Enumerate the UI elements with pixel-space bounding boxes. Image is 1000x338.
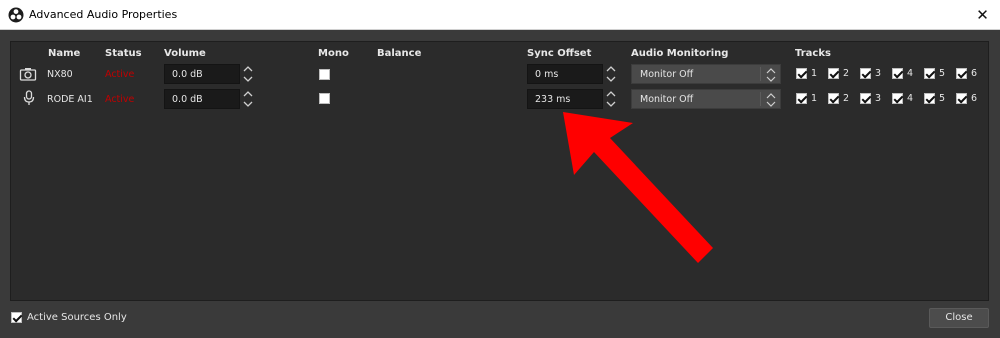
dropdown-divider [760, 67, 761, 81]
source-name: RODE AI1 [47, 94, 93, 105]
sync-offset-stepper[interactable] [604, 64, 618, 84]
audio-monitoring-value: Monitor Off [640, 94, 694, 105]
close-button[interactable]: Close [929, 308, 989, 328]
audio-monitoring-value: Monitor Off [640, 69, 694, 80]
volume-stepper[interactable] [241, 64, 255, 84]
volume-value: 0.0 dB [172, 69, 203, 80]
track-label: 5 [939, 68, 946, 79]
track-label: 5 [939, 93, 946, 104]
track-checkbox[interactable] [956, 93, 967, 104]
chevron-up-icon[interactable] [241, 64, 255, 74]
sync-offset-stepper[interactable] [604, 89, 618, 109]
track-checkbox[interactable] [924, 93, 935, 104]
track-checkbox[interactable] [860, 68, 871, 79]
volume-stepper[interactable] [241, 89, 255, 109]
title-bar: Advanced Audio Properties ✕ [0, 0, 1000, 30]
header-audio-monitoring: Audio Monitoring [631, 48, 729, 59]
track-label: 1 [811, 93, 818, 104]
window-title: Advanced Audio Properties [29, 8, 178, 21]
track-checkbox[interactable] [892, 93, 903, 104]
track-checkbox[interactable] [796, 68, 807, 79]
header-name: Name [48, 48, 81, 59]
microphone-icon [23, 90, 35, 105]
header-volume: Volume [164, 48, 206, 59]
header-mono: Mono [318, 48, 349, 59]
track-label: 6 [971, 93, 978, 104]
chevron-down-icon[interactable] [604, 74, 618, 84]
chevron-up-icon[interactable] [604, 89, 618, 99]
track-label: 4 [907, 68, 914, 79]
chevron-down-icon[interactable] [241, 99, 255, 109]
track-label: 6 [971, 68, 978, 79]
chevron-up-icon[interactable] [604, 64, 618, 74]
sync-offset-value: 0 ms [535, 69, 559, 80]
volume-spinbox[interactable]: 0.0 dB [164, 64, 240, 84]
track-label: 1 [811, 68, 818, 79]
track-label: 3 [875, 68, 882, 79]
track-label: 2 [843, 68, 850, 79]
volume-value: 0.0 dB [172, 94, 203, 105]
status-badge: Active [105, 69, 135, 80]
track-label: 4 [907, 93, 914, 104]
sources-panel [10, 41, 989, 301]
sync-offset-spinbox[interactable]: 233 ms [527, 89, 603, 109]
header-balance: Balance [377, 48, 422, 59]
track-checkbox[interactable] [860, 93, 871, 104]
sync-offset-spinbox[interactable]: 0 ms [527, 64, 603, 84]
chevron-down-icon[interactable] [241, 74, 255, 84]
header-sync-offset: Sync Offset [527, 48, 592, 59]
header-tracks: Tracks [795, 48, 831, 59]
active-sources-only-checkbox[interactable] [11, 312, 22, 323]
status-badge: Active [105, 94, 135, 105]
chevron-up-icon[interactable] [241, 89, 255, 99]
track-checkbox[interactable] [892, 68, 903, 79]
audio-monitoring-dropdown[interactable]: Monitor Off [631, 89, 781, 109]
updown-arrows-icon [766, 93, 776, 107]
track-label: 3 [875, 93, 882, 104]
camera-icon [19, 68, 37, 81]
sync-offset-value: 233 ms [535, 94, 571, 105]
track-checkbox[interactable] [828, 68, 839, 79]
source-name: NX80 [47, 69, 73, 80]
track-checkbox[interactable] [796, 93, 807, 104]
track-checkbox[interactable] [828, 93, 839, 104]
audio-monitoring-dropdown[interactable]: Monitor Off [631, 64, 781, 84]
dropdown-divider [760, 92, 761, 106]
header-status: Status [105, 48, 142, 59]
chevron-down-icon[interactable] [604, 99, 618, 109]
volume-spinbox[interactable]: 0.0 dB [164, 89, 240, 109]
window-close-button[interactable]: ✕ [965, 2, 1000, 28]
mono-checkbox[interactable] [319, 69, 330, 80]
updown-arrows-icon [766, 68, 776, 82]
track-label: 2 [843, 93, 850, 104]
mono-checkbox[interactable] [319, 93, 330, 104]
obs-logo-icon [8, 7, 24, 23]
track-checkbox[interactable] [924, 68, 935, 79]
track-checkbox[interactable] [956, 68, 967, 79]
active-sources-only-label[interactable]: Active Sources Only [27, 312, 127, 323]
